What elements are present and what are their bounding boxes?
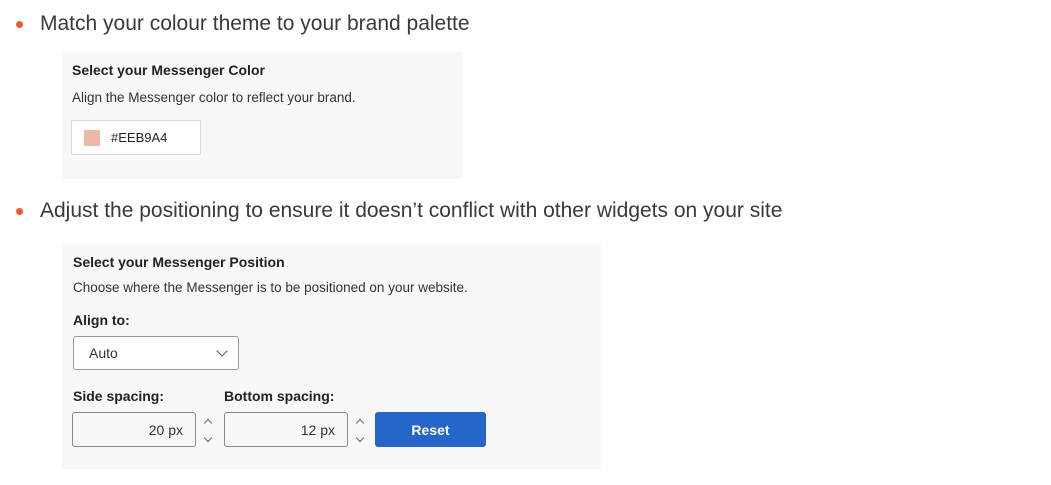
chevron-down-icon[interactable] bbox=[355, 433, 365, 442]
chevron-down-icon[interactable] bbox=[203, 433, 213, 442]
color-settings-panel: Select your Messenger Color Align the Me… bbox=[62, 52, 463, 179]
position-panel-description: Choose where the Messenger is to be posi… bbox=[73, 280, 468, 295]
bullet-dot-icon bbox=[16, 207, 23, 215]
color-picker-field[interactable]: #EEB9A4 bbox=[71, 120, 201, 155]
chevron-up-icon[interactable] bbox=[203, 418, 213, 427]
bottom-spacing-label: Bottom spacing: bbox=[224, 388, 335, 404]
bottom-spacing-value: 12 px bbox=[300, 421, 335, 438]
color-panel-description: Align the Messenger color to reflect you… bbox=[72, 90, 356, 105]
bullet-item-position: Adjust the positioning to ensure it does… bbox=[0, 197, 782, 225]
color-swatch-icon[interactable] bbox=[84, 129, 100, 146]
position-panel-title: Select your Messenger Position bbox=[73, 254, 285, 270]
reset-button[interactable]: Reset bbox=[375, 412, 486, 447]
chevron-down-icon bbox=[216, 345, 228, 357]
side-spacing-stepper[interactable] bbox=[202, 414, 214, 446]
bottom-spacing-input[interactable]: 12 px bbox=[224, 412, 348, 447]
color-value: #EEB9A4 bbox=[111, 130, 168, 145]
side-spacing-input[interactable]: 20 px bbox=[72, 412, 196, 447]
chevron-up-icon[interactable] bbox=[355, 418, 365, 427]
side-spacing-value: 20 px bbox=[148, 421, 183, 438]
align-to-select[interactable]: Auto bbox=[73, 336, 239, 370]
bullet-text: Adjust the positioning to ensure it does… bbox=[40, 199, 783, 222]
bullet-item-color: Match your colour theme to your brand pa… bbox=[0, 10, 470, 38]
align-to-value: Auto bbox=[89, 345, 118, 361]
side-spacing-label: Side spacing: bbox=[73, 388, 165, 404]
align-to-label: Align to: bbox=[73, 312, 130, 328]
bullet-dot-icon bbox=[16, 20, 23, 28]
bottom-spacing-stepper[interactable] bbox=[354, 414, 366, 446]
color-panel-title: Select your Messenger Color bbox=[72, 62, 265, 78]
bullet-text: Match your colour theme to your brand pa… bbox=[40, 12, 470, 35]
position-settings-panel: Select your Messenger Position Choose wh… bbox=[62, 244, 601, 469]
